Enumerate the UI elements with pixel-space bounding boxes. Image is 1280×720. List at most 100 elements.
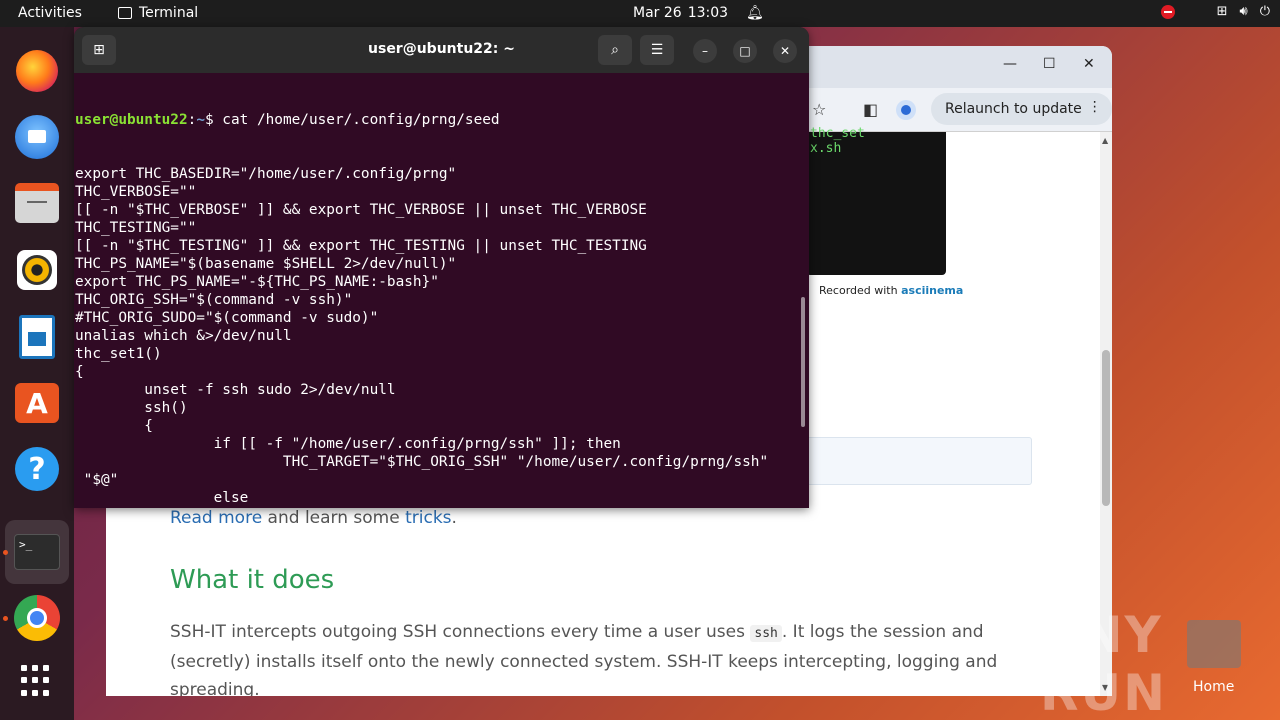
more-menu-icon: ⋮ <box>1087 99 1102 115</box>
output-line: #THC_ORIG_SUDO="$(command -v sudo)" <box>75 310 379 326</box>
dock-thunderbird[interactable] <box>13 113 61 161</box>
prompt-user: user@ubuntu22 <box>75 112 188 128</box>
clock-time: 13:03 <box>687 5 729 21</box>
output-line: THC_ORIG_SSH="$(command -v ssh)" <box>75 292 353 308</box>
relaunch-to-update-button[interactable]: Relaunch to update ⋮ <box>931 93 1112 125</box>
running-indicator <box>3 616 8 621</box>
dock-app-center[interactable]: A <box>13 379 61 427</box>
hamburger-menu-icon[interactable]: ☰ <box>640 35 674 65</box>
bookmark-star-icon[interactable]: ☆ <box>812 100 826 119</box>
running-indicator <box>3 550 8 555</box>
read-more-line: Read more and learn some tricks. <box>170 508 457 528</box>
terminal-app-icon <box>118 7 132 19</box>
info-box <box>806 437 1032 485</box>
output-line: { <box>75 418 153 434</box>
asciicast-player[interactable]: thc_set x.sh <box>806 126 946 275</box>
scroll-up-icon[interactable]: ▲ <box>1102 136 1108 145</box>
section-paragraph: SSH-IT intercepts outgoing SSH connectio… <box>170 618 1040 696</box>
do-not-disturb-icon <box>1160 4 1175 19</box>
prompt-sep: : <box>187 112 197 128</box>
recorded-with: Recorded with asciinema <box>819 284 963 297</box>
output-line: unalias which &>/dev/null <box>75 328 292 344</box>
dock-files[interactable] <box>13 179 61 227</box>
bell-icon: 🔔︎ <box>746 5 764 21</box>
dock-help[interactable]: ? <box>13 445 61 493</box>
clock[interactable]: Mar 26 13:03 🔔︎ <box>633 5 764 21</box>
asciicast-line: x.sh <box>810 141 842 156</box>
minimize-icon[interactable]: – <box>693 39 717 63</box>
home-folder-icon[interactable] <box>1187 620 1241 668</box>
output-line: "$@" <box>75 472 119 488</box>
output-line: $THC_ORIG_SSH "$@" <box>75 507 800 508</box>
output-line: { <box>75 364 84 380</box>
section-heading: What it does <box>170 565 335 595</box>
prompt-path: ~ <box>196 112 205 128</box>
output-line: ssh() <box>75 400 188 416</box>
activities-button[interactable]: Activities <box>18 5 82 21</box>
power-icon: ⏻ <box>1259 4 1270 19</box>
output-line: export THC_BASEDIR="/home/user/.config/p… <box>75 166 457 182</box>
search-icon[interactable]: ⌕ <box>598 35 632 65</box>
prompt-line: user@ubuntu22:~$ cat /home/user/.config/… <box>75 111 800 129</box>
terminal-icon: >_ <box>14 534 60 570</box>
scroll-thumb[interactable] <box>1102 350 1110 506</box>
dock-writer[interactable] <box>13 313 61 361</box>
chrome-icon <box>14 595 60 641</box>
output-lines: export THC_BASEDIR="/home/user/.config/p… <box>75 165 800 508</box>
read-more-link[interactable]: Read more <box>170 508 262 528</box>
maximize-icon[interactable]: □ <box>733 39 757 63</box>
terminal-headerbar: ⊞ user@ubuntu22: ~ ⌕ ☰ – □ ✕ <box>74 27 809 73</box>
app-grid-icon <box>21 665 53 697</box>
side-panel-icon[interactable]: ◧ <box>863 100 878 119</box>
profile-avatar[interactable] <box>896 100 916 120</box>
dock-rhythmbox[interactable] <box>13 246 61 294</box>
terminal-window: ⊞ user@ubuntu22: ~ ⌕ ☰ – □ ✕ user@ubuntu… <box>74 27 809 508</box>
files-icon <box>15 183 59 223</box>
dock: A ? >_ <box>0 27 74 720</box>
app-menu[interactable]: Terminal <box>118 5 198 21</box>
rhythmbox-icon <box>17 250 57 290</box>
volume-icon: 🔊︎ <box>1239 4 1248 19</box>
ssh-code: ssh <box>750 625 782 642</box>
output-line: thc_set1() <box>75 346 162 362</box>
output-line: if [[ -f "/home/user/.config/prng/ssh" ]… <box>75 436 621 452</box>
network-icon: ⊞ <box>1216 4 1228 19</box>
firefox-icon <box>16 50 58 92</box>
tricks-link[interactable]: tricks <box>405 508 451 528</box>
minimize-icon[interactable]: — <box>1003 56 1017 72</box>
terminal-scrollbar[interactable] <box>801 297 805 427</box>
system-tray[interactable]: ⊞ 🔊︎ ⏻ <box>1160 4 1270 19</box>
dock-show-apps[interactable] <box>13 657 61 705</box>
top-bar: Activities Terminal Mar 26 13:03 🔔︎ ⊞ 🔊︎… <box>0 0 1280 27</box>
output-line: [[ -n "$THC_TESTING" ]] && export THC_TE… <box>75 238 647 254</box>
maximize-icon[interactable]: ☐ <box>1043 56 1056 72</box>
home-label: Home <box>1193 679 1235 695</box>
dock-firefox[interactable] <box>13 47 61 95</box>
libreoffice-writer-icon <box>19 315 55 359</box>
output-line: THC_TARGET="$THC_ORIG_SSH" "/home/user/.… <box>75 454 769 470</box>
relaunch-label: Relaunch to update <box>945 101 1082 117</box>
clock-date: Mar 26 <box>633 5 682 21</box>
output-line: unset -f ssh sudo 2>/dev/null <box>75 382 396 398</box>
close-icon[interactable]: ✕ <box>1083 56 1095 72</box>
read-more-end: . <box>451 508 457 528</box>
para-before: SSH-IT intercepts outgoing SSH connectio… <box>170 622 751 642</box>
output-line: else <box>75 490 249 506</box>
asciinema-link[interactable]: asciinema <box>901 284 963 297</box>
terminal-output[interactable]: user@ubuntu22:~$ cat /home/user/.config/… <box>75 75 800 508</box>
thunderbird-icon <box>15 115 59 159</box>
asciicast-line: thc_set <box>810 126 865 141</box>
output-line: [[ -n "$THC_VERBOSE" ]] && export THC_VE… <box>75 202 647 218</box>
output-line: THC_PS_NAME="$(basename $SHELL 2>/dev/nu… <box>75 256 457 272</box>
recorded-prefix: Recorded with <box>819 284 902 297</box>
output-line: export THC_PS_NAME="-${THC_PS_NAME:-bash… <box>75 274 439 290</box>
help-icon: ? <box>15 447 59 491</box>
read-more-mid: and learn some <box>262 508 406 528</box>
app-menu-label: Terminal <box>139 5 199 21</box>
prompt-command: $ cat /home/user/.config/prng/seed <box>204 112 500 128</box>
anyrun-watermark: ANY RUN <box>1040 606 1167 720</box>
output-line: THC_VERBOSE="" <box>75 184 197 200</box>
dock-terminal[interactable]: >_ <box>5 520 69 584</box>
close-icon[interactable]: ✕ <box>773 39 797 63</box>
dock-chrome[interactable] <box>13 594 61 642</box>
